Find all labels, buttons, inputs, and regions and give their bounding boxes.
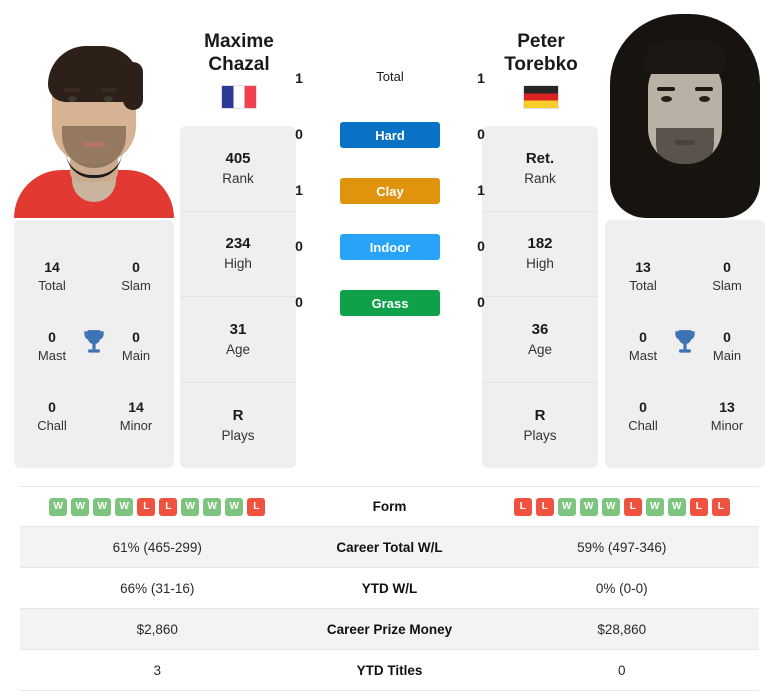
comparison-stats-table: W W W W L L W W W L Form L L W W W L W W L L 61% (465-299) Car… xyxy=(20,486,759,691)
player-first-name-left: Maxime xyxy=(204,31,274,52)
table-row: 61% (465-299) Career Total W/L 59% (497-34… xyxy=(20,527,759,568)
form-badge-win[interactable]: W xyxy=(225,497,244,516)
surface-row-clay: 1 Clay 1 xyxy=(295,172,485,228)
form-badge-loss[interactable]: L xyxy=(535,497,554,516)
table-row-label: Career Total W/L xyxy=(336,539,443,555)
form-badge-loss[interactable]: L xyxy=(711,497,730,516)
form-badge-win[interactable]: W xyxy=(71,497,90,516)
table-cell-left: 61% (465-299) xyxy=(112,539,202,555)
stat-plays-left: R Plays xyxy=(221,406,255,443)
stat-plays-right: R Plays xyxy=(523,406,557,443)
table-row: 66% (31-16) YTD W/L 0% (0-0) xyxy=(20,568,759,609)
stat-column-right: Ret. Rank 182 High 36 Age R Plays xyxy=(482,126,598,468)
surface-count-left-total: 1 xyxy=(295,70,303,86)
titles-total-left: 14 Total xyxy=(38,259,66,293)
surface-count-left-grass: 0 xyxy=(295,294,303,310)
form-badge-win[interactable]: W xyxy=(203,497,222,516)
trophy-icon xyxy=(675,330,695,353)
table-cell-left: WWWWLLWWWL xyxy=(20,497,295,516)
table-row-label: Career Prize Money xyxy=(326,621,453,637)
form-badge-win[interactable]: W xyxy=(579,497,598,516)
surface-row-total: 1 Total 1 xyxy=(295,60,485,116)
form-badge-loss[interactable]: L xyxy=(513,497,532,516)
titles-minor-right: 13 Minor xyxy=(710,399,744,433)
surface-row-hard: 0 Hard 0 xyxy=(295,116,485,172)
surface-label-indoor[interactable]: Indoor xyxy=(340,234,440,260)
stat-rank-left: 405 Rank xyxy=(180,126,296,212)
form-badge-win[interactable]: W xyxy=(93,497,112,516)
table-cell-right: $28,860 xyxy=(597,621,647,637)
table-cell-right: 0% (0-0) xyxy=(595,580,648,596)
surface-count-right-total: 1 xyxy=(477,70,485,86)
comparison-header: Maxime Chazal Peter Torebko Maxime Chaza… xyxy=(0,0,779,472)
form-badge-win[interactable]: W xyxy=(601,497,620,516)
surface-count-left-indoor: 0 xyxy=(295,238,303,254)
surface-row-indoor: 0 Indoor 0 xyxy=(295,228,485,284)
table-cell-right: LLWWWLWWLL xyxy=(485,497,760,516)
titles-panel-right: 13 Total 0 Slam 0 Mast 0 Main 0 Chall 13… xyxy=(605,220,765,468)
surface-count-left-hard: 0 xyxy=(295,126,303,142)
titles-chall-left: 0 Chall xyxy=(37,399,67,433)
form-badge-loss[interactable]: L xyxy=(137,497,156,516)
table-cell-right: 0 xyxy=(617,662,626,678)
titles-mast-left: 0 Mast xyxy=(37,329,67,363)
titles-minor-left: 14 Minor xyxy=(119,399,153,433)
table-row-label: YTD Titles xyxy=(356,662,423,678)
form-strip-right: LLWWWLWWLL xyxy=(485,497,760,516)
table-cell-right: 59% (497-346) xyxy=(577,539,667,555)
titles-slam-left: 0 Slam xyxy=(121,259,151,293)
form-badge-win[interactable]: W xyxy=(181,497,200,516)
stat-rank-right: Ret. Rank xyxy=(482,126,598,212)
form-badge-win[interactable]: W xyxy=(557,497,576,516)
surface-count-right-indoor: 0 xyxy=(477,238,485,254)
table-cell-left: 66% (31-16) xyxy=(120,580,195,596)
form-badge-win[interactable]: W xyxy=(667,497,686,516)
form-badge-loss[interactable]: L xyxy=(689,497,708,516)
titles-total-right: 13 Total xyxy=(629,259,657,293)
stat-high-right: 182 High xyxy=(482,212,598,297)
surface-label-total: Total xyxy=(376,69,404,84)
trophy-icon xyxy=(84,330,104,353)
titles-chall-right: 0 Chall xyxy=(628,399,658,433)
surface-count-right-hard: 0 xyxy=(477,126,485,142)
table-row-label: Form xyxy=(372,499,407,514)
table-row: W W W W L L W W W L Form L L W W W L W W L L xyxy=(20,486,759,527)
titles-mast-right: 0 Mast xyxy=(628,329,658,363)
stat-column-left: 405 Rank 234 High 31 Age R Plays xyxy=(180,126,296,468)
form-badge-loss[interactable]: L xyxy=(623,497,642,516)
titles-panel-left: 14 Total 0 Slam 0 Mast 0 Main 0 Chall 14… xyxy=(14,220,174,468)
form-badge-loss[interactable]: L xyxy=(247,497,266,516)
surface-label-grass[interactable]: Grass xyxy=(340,290,440,316)
surface-label-hard[interactable]: Hard xyxy=(340,122,440,148)
table-row-label: YTD W/L xyxy=(361,580,418,596)
titles-slam-right: 0 Slam xyxy=(712,259,742,293)
form-badge-loss[interactable]: L xyxy=(159,497,178,516)
stat-high-left: 234 High xyxy=(180,212,296,297)
surface-count-left-clay: 1 xyxy=(295,182,303,198)
form-badge-win[interactable]: W xyxy=(115,497,134,516)
table-row: 3 YTD Titles 0 xyxy=(20,650,759,691)
table-row: $2,860 Career Prize Money $28,860 xyxy=(20,609,759,650)
form-strip-left: WWWWLLWWWL xyxy=(20,497,295,516)
player-first-name-right: Peter xyxy=(517,31,565,52)
titles-main-left: 0 Main xyxy=(121,329,151,363)
stat-age-left: 31 Age xyxy=(180,297,296,383)
flag-icon-germany xyxy=(523,85,559,109)
surface-label-clay[interactable]: Clay xyxy=(340,178,440,204)
titles-main-right: 0 Main xyxy=(712,329,742,363)
form-badge-win[interactable]: W xyxy=(645,497,664,516)
table-cell-left: $2,860 xyxy=(136,621,178,637)
surface-h2h-column: 1 Total 1 0 Hard 0 1 Clay 1 0 Indoor 0 0 Grass 0 xyxy=(295,60,485,340)
player-comparison-page: Maxime Chazal Peter Torebko Maxime Chaza… xyxy=(0,0,779,699)
table-cell-left: 3 xyxy=(153,662,161,678)
stat-age-right: 36 Age xyxy=(482,297,598,383)
surface-count-right-grass: 0 xyxy=(477,294,485,310)
form-badge-win[interactable]: W xyxy=(49,497,68,516)
flag-icon-france xyxy=(221,85,257,109)
surface-count-right-clay: 1 xyxy=(477,182,485,198)
surface-row-grass: 0 Grass 0 xyxy=(295,284,485,340)
